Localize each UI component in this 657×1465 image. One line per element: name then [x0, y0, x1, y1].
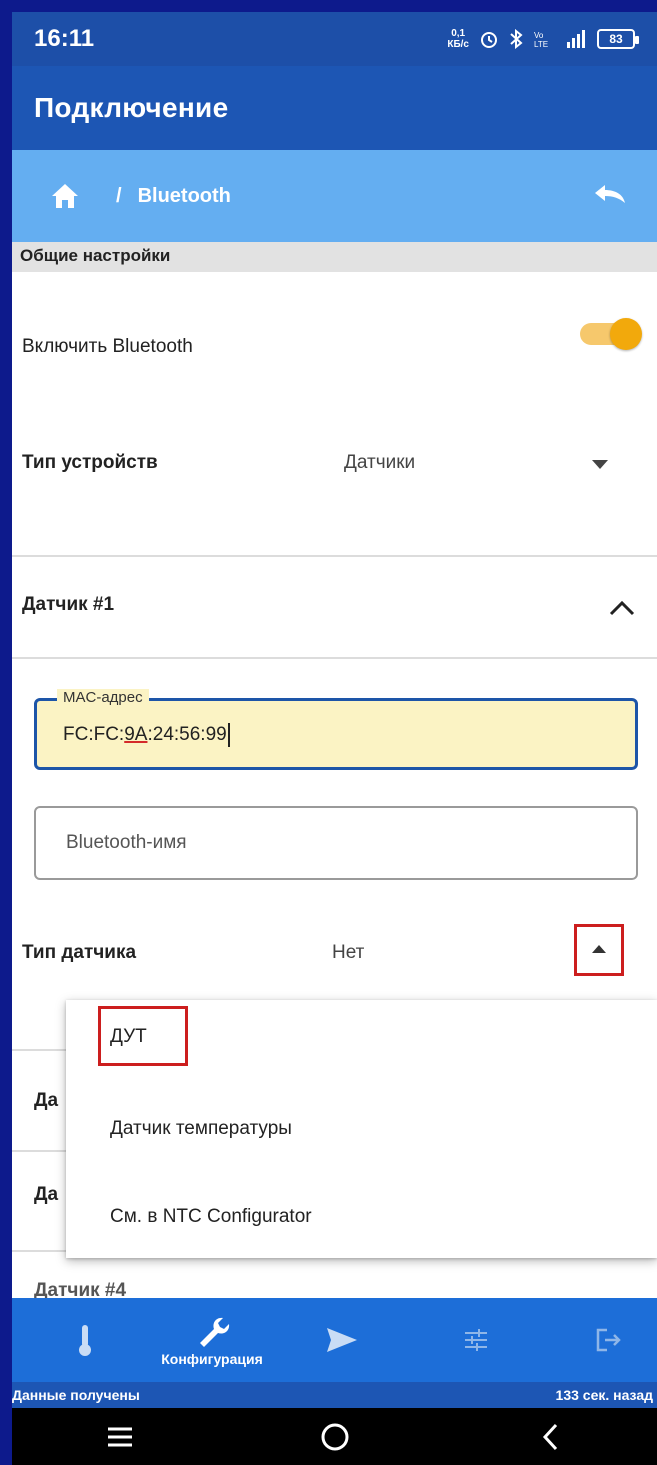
toggle-thumb: [610, 318, 642, 350]
divider: [12, 657, 657, 659]
device-type-label: Тип устройств: [22, 452, 158, 473]
battery-icon: 83: [597, 29, 639, 49]
mac-value-misspelled: 9A: [124, 724, 148, 746]
nav-item-logout[interactable]: [584, 1298, 632, 1382]
back-button[interactable]: [520, 1417, 580, 1457]
mac-value-suffix: :24:56:99: [147, 724, 227, 746]
hidden-row-label: Да: [34, 1184, 59, 1205]
data-status-time: 133 сек. назад: [555, 1387, 653, 1403]
hidden-row-label: Да: [34, 1090, 59, 1111]
svg-text:Vo: Vo: [534, 31, 544, 40]
menu-icon: [107, 1427, 132, 1446]
status-time: 16:11: [34, 25, 95, 52]
volte-icon: VoLTE: [534, 31, 548, 49]
dropdown-option-temperature[interactable]: Датчик температуры: [110, 1118, 292, 1140]
data-status-strip: Данные получены 133 сек. назад: [12, 1382, 657, 1408]
dropdown-option-ntc-configurator[interactable]: См. в NTC Configurator: [110, 1206, 312, 1228]
status-bar: 16:11 0,1 КБ/с Vo LTE 83: [12, 12, 657, 66]
signal-icon: [567, 30, 585, 48]
data-status-text: Данные получены: [12, 1387, 140, 1403]
section-header: Общие настройки: [12, 242, 657, 272]
nav-label-configuration: Конфигурация: [161, 1351, 263, 1367]
sensor-type-dropdown: ДУТ Датчик температуры См. в NTC Configu…: [66, 1000, 657, 1258]
sensor1-title: Датчик #1: [22, 594, 115, 615]
app-screen: 16:11 0,1 КБ/с Vo LTE 83 Подключение / Bl…: [12, 12, 657, 1465]
nav-item-configuration[interactable]: Конфигурация: [132, 1298, 292, 1382]
network-speed-value: 0,1: [451, 28, 466, 39]
bluetooth-name-field[interactable]: Bluetooth-имя: [34, 806, 638, 880]
recent-apps-button[interactable]: [90, 1417, 150, 1457]
mac-value-prefix: FC:FC:: [63, 724, 125, 746]
nav-item-sensors[interactable]: [58, 1298, 112, 1382]
thermometer-icon: [79, 1325, 91, 1356]
page-title: Подключение: [34, 92, 229, 123]
circle-icon: [321, 1423, 348, 1450]
chevron-up-icon[interactable]: [608, 598, 636, 618]
bottom-nav: Конфигурация: [12, 1298, 657, 1382]
network-speed-unit: КБ/с: [447, 39, 469, 50]
text-cursor: [227, 723, 230, 747]
sensor-type-select[interactable]: Нет: [332, 942, 364, 964]
nav-item-send[interactable]: [318, 1298, 366, 1382]
dropdown-option-fuel-level[interactable]: ДУТ: [110, 1026, 147, 1048]
bluetooth-name-placeholder: Bluetooth-имя: [66, 832, 187, 853]
mac-address-field[interactable]: MAC-адрес FC:FC:9A:24:56:99: [34, 689, 638, 770]
caret-up-icon: [592, 945, 606, 953]
status-icons: 0,1 КБ/с Vo LTE 83: [447, 28, 639, 50]
breadcrumb: / Bluetooth: [12, 150, 657, 242]
undo-icon[interactable]: [589, 181, 629, 211]
breadcrumb-separator: /: [116, 184, 122, 207]
bluetooth-icon: [510, 29, 523, 49]
caret-down-icon[interactable]: [592, 460, 608, 469]
nav-item-settings[interactable]: [452, 1298, 500, 1382]
breadcrumb-current: Bluetooth: [137, 184, 231, 207]
logout-icon: [596, 1328, 621, 1352]
mac-address-value[interactable]: FC:FC:9A:24:56:99: [63, 723, 230, 747]
sensor-type-label: Тип датчика: [22, 942, 137, 963]
system-nav-bar: [12, 1408, 657, 1465]
bluetooth-toggle-label: Включить Bluetooth: [22, 336, 193, 357]
sliders-icon: [465, 1329, 487, 1351]
device-type-select[interactable]: Датчики: [344, 452, 415, 474]
wrench-icon: [200, 1317, 230, 1347]
home-button[interactable]: [305, 1417, 365, 1457]
sensor-type-toggle-button[interactable]: [574, 924, 624, 976]
app-bar: Подключение: [12, 66, 657, 150]
svg-text:LTE: LTE: [534, 40, 548, 49]
network-speed: 0,1 КБ/с: [447, 28, 469, 50]
mac-address-legend: MAC-адрес: [57, 689, 149, 706]
send-icon: [327, 1328, 357, 1352]
bluetooth-toggle[interactable]: [580, 318, 642, 350]
divider: [12, 555, 657, 557]
chevron-left-icon: [542, 1423, 557, 1450]
alarm-icon: [481, 32, 497, 48]
home-icon[interactable]: [50, 181, 80, 211]
